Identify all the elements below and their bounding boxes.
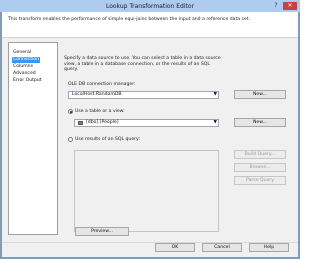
sql-query-textbox [74,150,219,232]
cancel-button[interactable]: Cancel [202,243,242,252]
table-view-value: [dbo].[People] [86,120,119,125]
chevron-down-icon: ▼ [213,92,217,97]
connection-manager-value: LocalHost.RandomDB [72,92,122,97]
new-connection-button[interactable]: New... [234,90,286,99]
window-title: Lookup Transformation Editor [105,3,195,10]
dialog-client-area: This transform enables the performance o… [2,12,298,257]
page-description: Specify a data source to use. You can se… [64,56,221,72]
title-bar[interactable]: Lookup Transformation Editor ? ✕ [0,0,300,12]
page-navigation-list: General Connection Columns Advanced Erro… [8,42,58,235]
lookup-transformation-editor-window: Lookup Transformation Editor ? ✕ This tr… [0,0,300,259]
nav-item-advanced[interactable]: Advanced [12,71,37,77]
use-table-radio[interactable] [68,109,73,114]
help-icon[interactable]: ? [271,2,281,10]
connection-manager-dropdown[interactable]: LocalHost.RandomDB ▼ [68,91,219,99]
use-sql-radio[interactable] [68,137,73,142]
connection-page: Specify a data source to use. You can se… [64,42,294,236]
table-view-dropdown[interactable]: [dbo].[People] ▼ [74,119,219,127]
use-table-label: Use a table or a view: [75,109,125,114]
parse-query-button[interactable]: Parse Query [234,176,286,185]
close-icon[interactable]: ✕ [283,2,297,10]
nav-item-general[interactable]: General [12,50,32,56]
help-button[interactable]: Help [249,243,289,252]
nav-item-error-output[interactable]: Error Output [12,78,43,84]
nav-item-columns[interactable]: Columns [12,64,34,70]
description-banner: This transform enables the performance o… [2,12,298,38]
nav-item-connection[interactable]: Connection [12,57,40,63]
browse-button[interactable]: Browse... [234,163,286,172]
table-icon [78,121,83,125]
banner-text: This transform enables the performance o… [8,17,251,22]
new-table-button[interactable]: New... [234,118,286,127]
ok-button[interactable]: OK [155,243,195,252]
build-query-button[interactable]: Build Query... [234,150,286,159]
chevron-down-icon: ▼ [213,120,217,125]
use-sql-label: Use results of an SQL query: [75,137,140,142]
connection-manager-label: OLE DB connection manager: [68,82,136,87]
preview-button[interactable]: Preview... [75,227,129,236]
